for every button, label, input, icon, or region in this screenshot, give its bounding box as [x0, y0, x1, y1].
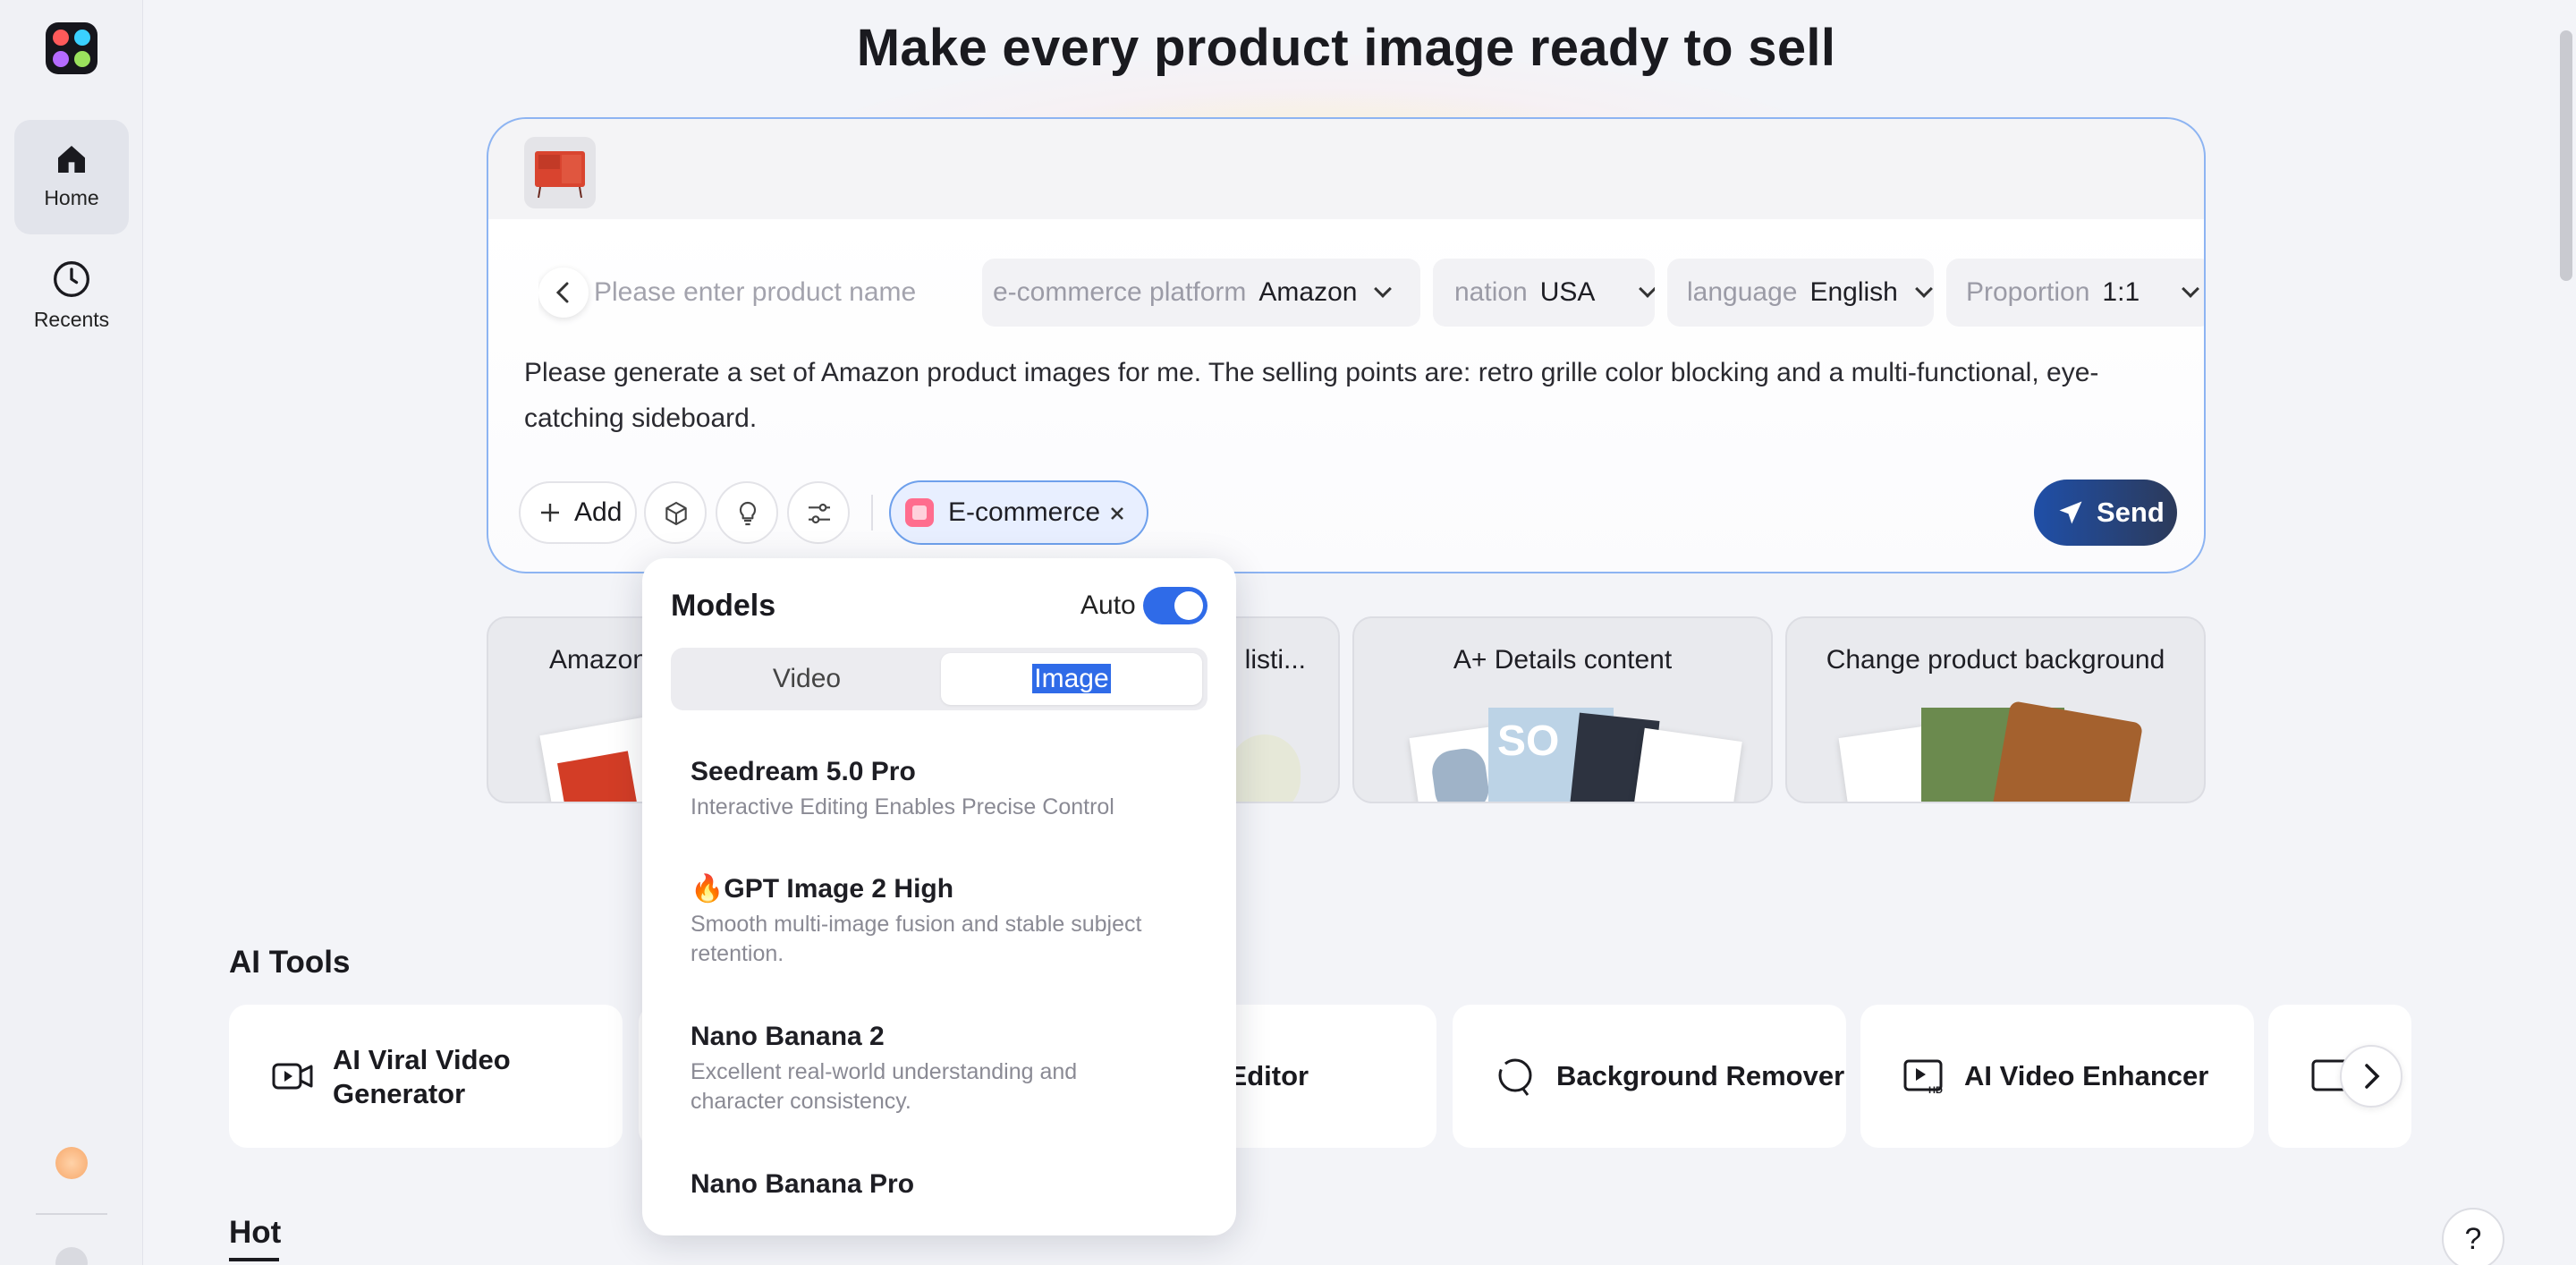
models-title: Models	[671, 589, 776, 623]
cube-icon	[665, 501, 687, 526]
chevron-right-icon	[2365, 1064, 2380, 1089]
sample-image	[1229, 734, 1301, 802]
proportion-select[interactable]: Proportion 1:1	[1946, 259, 2204, 327]
tab-image[interactable]: Image	[941, 653, 1202, 705]
product-name-input[interactable]: Please enter product name	[594, 259, 916, 327]
chevron-down-icon	[1914, 280, 1933, 298]
chevron-down-icon	[1374, 280, 1393, 298]
feature-card-background[interactable]: Change product background	[1785, 616, 2206, 803]
scrollbar[interactable]	[2560, 30, 2572, 281]
auto-label: Auto	[1080, 590, 1136, 620]
paper-plane-icon	[2059, 501, 2082, 524]
tool-card-background-remover[interactable]: Background Remover	[1453, 1005, 1846, 1148]
video-camera-icon	[272, 1063, 313, 1090]
chevron-down-icon	[1639, 280, 1655, 298]
ecommerce-chip[interactable]: E-commerce	[889, 480, 1148, 545]
tool-card-viral-video[interactable]: AI Viral Video Generator	[229, 1005, 623, 1148]
sample-image	[1633, 727, 1742, 802]
tool-card-video-enhancer[interactable]: HD AI Video Enhancer	[1860, 1005, 2254, 1148]
product-params-row: e Please enter product name e-commerce p…	[538, 259, 2204, 327]
tools-next-button[interactable]	[2340, 1045, 2402, 1108]
sliders-icon	[809, 503, 830, 524]
sidebar-divider	[36, 1213, 107, 1215]
sidebar-item-recents[interactable]: Recents	[14, 238, 129, 352]
sidebar: Home Recents	[0, 0, 143, 1265]
feature-card-aplus[interactable]: A+ Details content SO	[1352, 616, 1773, 803]
sample-image	[1990, 700, 2144, 802]
model-option-nano-banana-2[interactable]: Nano Banana 2 Excellent real-world under…	[691, 1020, 1191, 1116]
avatar[interactable]	[55, 1247, 88, 1265]
close-icon[interactable]	[1106, 502, 1129, 525]
sidebar-item-label: Home	[44, 186, 99, 209]
sidebar-item-label: Recents	[33, 308, 110, 331]
clock-icon	[54, 261, 89, 297]
model-type-tabs: Video Image	[671, 648, 1208, 710]
hot-heading: Hot	[229, 1215, 282, 1250]
plus-icon	[541, 504, 559, 522]
svg-text:HD: HD	[1928, 1085, 1943, 1095]
sideboard-image	[535, 151, 585, 199]
language-select[interactable]: language English	[1667, 259, 1934, 327]
model-option-gpt-image[interactable]: 🔥GPT Image 2 High Smooth multi-image fus…	[691, 872, 1191, 969]
scroll-left-button[interactable]	[538, 267, 589, 318]
auto-toggle[interactable]	[1143, 587, 1208, 624]
tab-video[interactable]: Video	[676, 653, 937, 705]
chevron-down-icon	[2182, 280, 2200, 298]
sidebar-item-home[interactable]: Home	[14, 120, 129, 234]
hd-video-icon: HD	[1903, 1059, 1943, 1095]
toolbar-divider	[871, 495, 873, 531]
ecommerce-icon	[905, 498, 934, 527]
product-name-field[interactable]: e Please enter product name	[538, 259, 959, 327]
nation-select[interactable]: nation USA	[1433, 259, 1655, 327]
credits-icon[interactable]	[55, 1147, 88, 1179]
platform-select[interactable]: e-commerce platform Amazon	[982, 259, 1420, 327]
3d-model-button[interactable]	[644, 481, 707, 544]
ai-tools-heading: AI Tools	[229, 945, 351, 980]
app-logo[interactable]	[46, 22, 97, 74]
lasso-icon	[1498, 1058, 1532, 1096]
product-thumbnail[interactable]	[524, 137, 596, 208]
model-option-nano-banana-pro[interactable]: Nano Banana Pro	[691, 1167, 1191, 1201]
models-popup: Models Auto Video Image Seedream 5.0 Pro…	[642, 558, 1236, 1235]
lightbulb-icon	[739, 501, 757, 526]
home-icon	[58, 146, 85, 173]
send-button[interactable]: Send	[2034, 480, 2177, 546]
composer-card: e Please enter product name e-commerce p…	[487, 117, 2206, 573]
idea-button[interactable]	[716, 481, 778, 544]
help-button[interactable]: ?	[2442, 1208, 2504, 1265]
chevron-left-icon	[555, 282, 569, 303]
settings-button[interactable]	[787, 481, 850, 544]
prompt-textarea[interactable]: Please generate a set of Amazon product …	[524, 350, 2170, 441]
hot-underline	[229, 1258, 279, 1261]
model-option-seedream[interactable]: Seedream 5.0 Pro Interactive Editing Ena…	[691, 755, 1191, 822]
page-title: Make every product image ready to sell	[856, 19, 1836, 77]
add-button[interactable]: Add	[519, 481, 637, 544]
